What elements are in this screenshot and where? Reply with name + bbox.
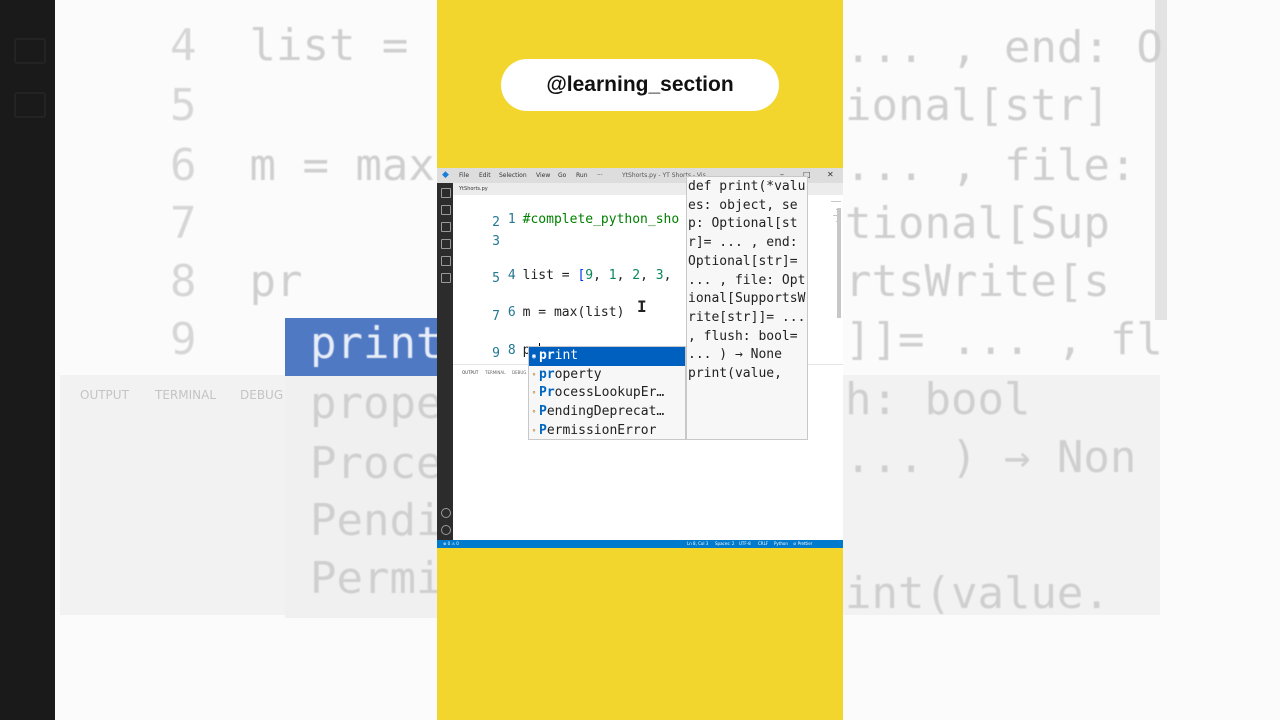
- search-icon[interactable]: [441, 205, 451, 215]
- background-doc-line: ional[str]: [845, 80, 1110, 131]
- testing-icon[interactable]: [441, 273, 451, 283]
- suggest-widget: ◉ print ⚬ property ⚬ ProcessLookupEr… ⚬ Pend…: [528, 346, 686, 440]
- class-kind-icon: ⚬: [531, 426, 537, 435]
- suggestion-permissionerror[interactable]: ⚬ PermissionError: [529, 422, 685, 441]
- suggestion-property[interactable]: ⚬ property: [529, 366, 685, 385]
- menu-edit[interactable]: Edit: [479, 172, 491, 179]
- list-value: 3: [655, 268, 664, 283]
- background-doc-line: ... , end: O: [845, 22, 1163, 73]
- background-code: m = max(: [249, 140, 462, 191]
- explorer-icon[interactable]: [441, 188, 451, 198]
- vscode-logo-icon: ◆: [442, 170, 449, 180]
- settings-gear-icon[interactable]: [441, 525, 451, 535]
- background-line-number: 7: [170, 198, 197, 249]
- status-indent[interactable]: Spaces: 2: [715, 541, 734, 546]
- code-max-line: m = max(list): [522, 305, 625, 320]
- background-line-number: 9: [170, 314, 197, 365]
- panel-tab-output[interactable]: OUTPUT: [462, 370, 478, 375]
- background-doc-line: ]]= ... , fl: [845, 314, 1163, 365]
- extensions-icon[interactable]: [441, 256, 451, 266]
- line-number: 9: [492, 346, 500, 361]
- line-number: 5: [492, 271, 500, 286]
- list-value: 1: [608, 268, 617, 283]
- status-prettier[interactable]: ⊘ Prettier: [793, 541, 812, 546]
- function-signature: def print(*values: object, sep: Optional…: [688, 179, 806, 363]
- docstring-example: print(value,: [688, 366, 782, 382]
- close-icon[interactable]: ✕: [827, 170, 834, 179]
- line-number: 2: [492, 215, 500, 230]
- list-value: 9: [585, 268, 594, 283]
- menu-selection[interactable]: Selection: [499, 172, 527, 179]
- status-language[interactable]: Python: [774, 541, 788, 546]
- status-encoding[interactable]: UTF-8: [739, 541, 751, 546]
- background-doc-line: h: bool: [845, 374, 1031, 425]
- status-problems[interactable]: ⊗ 0 ⚠ 0: [443, 541, 459, 546]
- menu-run[interactable]: Run: [576, 172, 588, 179]
- background-doc-line: int(value.: [845, 568, 1110, 619]
- background-activity-bar: [0, 0, 55, 720]
- background-suggestion: print: [310, 318, 443, 369]
- background-doc-line: ... ) → Non: [845, 432, 1137, 483]
- run-debug-icon[interactable]: [441, 239, 451, 249]
- suggestion-details-panel: def print(*values: object, sep: Optional…: [686, 176, 808, 440]
- background-suggestion: Pendi: [310, 495, 443, 546]
- background-extensions-icon: [14, 38, 46, 64]
- status-position[interactable]: Ln 8, Col 3: [687, 541, 708, 546]
- panel-tab-terminal[interactable]: TERMINAL: [485, 370, 505, 375]
- code-list-assign: list =: [522, 268, 578, 283]
- background-code: pr: [249, 256, 303, 307]
- background-doc-line: ... , file:: [845, 140, 1137, 191]
- panel-tab-debug[interactable]: DEBUG: [512, 370, 526, 375]
- activity-bar: [437, 183, 453, 540]
- line-number: 7: [492, 309, 500, 324]
- background-line-number: 4: [170, 20, 197, 71]
- background-panel-tab: OUTPUT: [80, 388, 129, 402]
- menu-more[interactable]: ···: [597, 172, 603, 179]
- class-kind-icon: ⚬: [531, 389, 537, 398]
- source-control-icon[interactable]: [441, 222, 451, 232]
- menu-go[interactable]: Go: [558, 172, 566, 179]
- suggestion-processlookuperror[interactable]: ⚬ ProcessLookupEr…: [529, 384, 685, 403]
- list-value: 2: [632, 268, 641, 283]
- mouse-ibeam-cursor: I: [637, 297, 647, 316]
- suggestion-print[interactable]: ◉ print: [529, 347, 685, 366]
- handle-badge: @learning_section: [501, 59, 779, 111]
- function-kind-icon: ◉: [531, 352, 537, 360]
- code-comment: #complete_python_sho: [522, 212, 680, 227]
- suggestion-pendingdeprecationwarning[interactable]: ⚬ PendingDeprecat…: [529, 403, 685, 422]
- background-doc-line: rtsWrite[s: [845, 256, 1110, 307]
- background-line-number: 8: [170, 256, 197, 307]
- background-code: list =: [249, 20, 435, 71]
- background-flask-icon: [14, 92, 46, 118]
- background-line-number: 5: [170, 80, 197, 131]
- background-suggestion: prope: [310, 378, 443, 429]
- status-eol[interactable]: CRLF: [758, 541, 768, 546]
- class-kind-icon: ⚬: [531, 408, 537, 417]
- background-panel-tab: DEBUG: [240, 388, 284, 402]
- background-panel-tab: TERMINAL: [155, 388, 217, 402]
- background-suggestion: Proce: [310, 438, 443, 489]
- background-doc-line: tional[Sup: [845, 198, 1110, 249]
- tab-ytshorts[interactable]: YtShorts.py: [459, 186, 488, 192]
- background-suggestion: Permi: [310, 553, 443, 604]
- menu-file[interactable]: File: [459, 172, 469, 179]
- menu-view[interactable]: View: [536, 172, 550, 179]
- background-line-number: 6: [170, 140, 197, 191]
- line-number: 3: [492, 234, 500, 249]
- status-bar: ⊗ 0 ⚠ 0 Ln 8, Col 3 Spaces: 2 UTF-8 CRLF…: [437, 540, 843, 548]
- editor-scrollbar[interactable]: [837, 208, 841, 318]
- class-kind-icon: ⚬: [531, 370, 537, 379]
- account-icon[interactable]: [441, 508, 451, 518]
